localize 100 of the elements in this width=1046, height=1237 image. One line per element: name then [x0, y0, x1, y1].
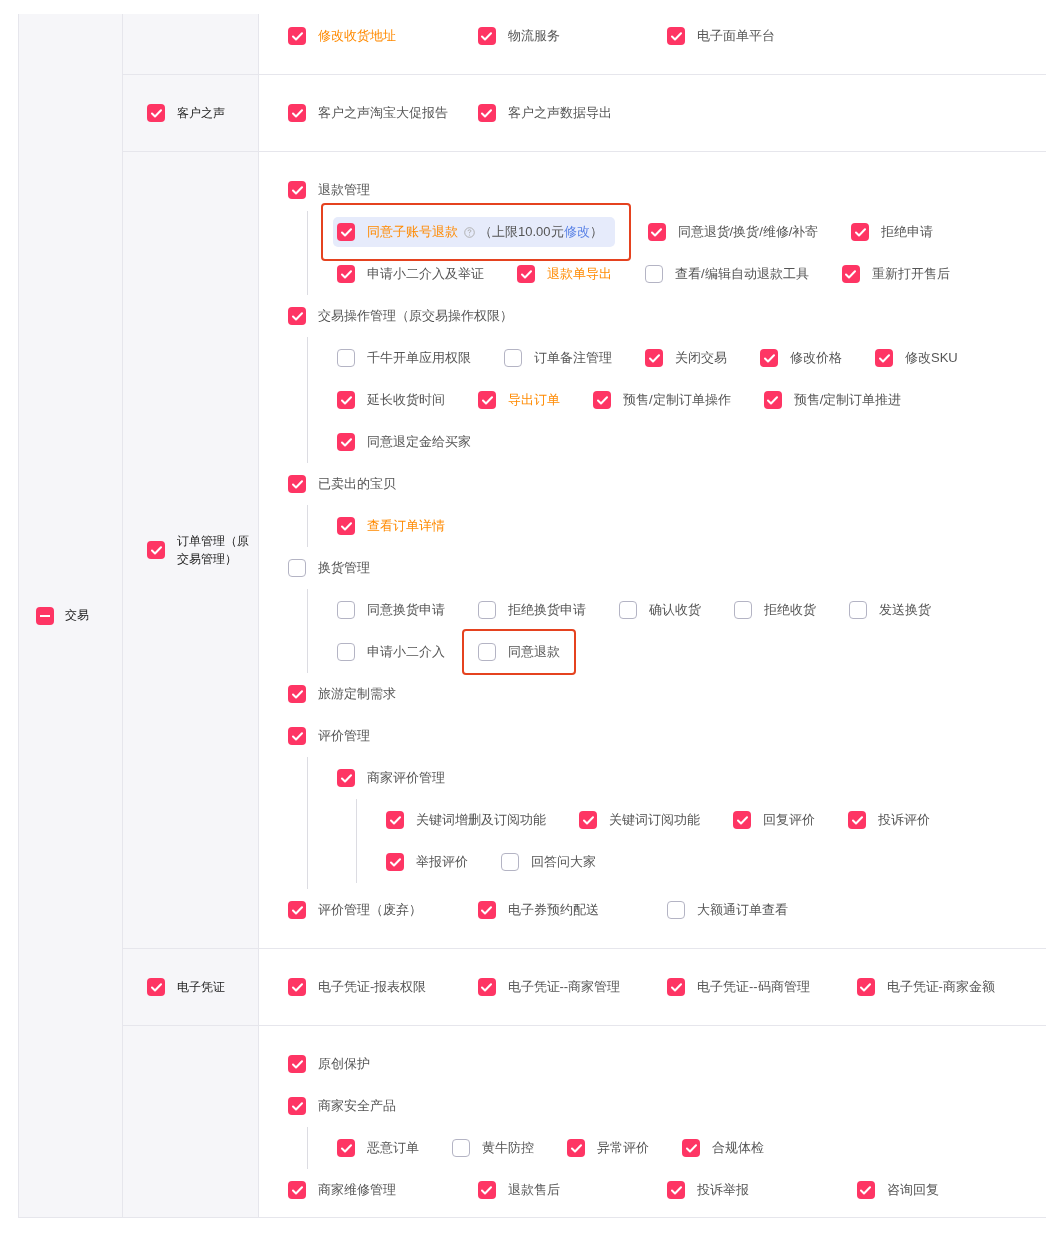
checkbox[interactable] — [36, 606, 54, 625]
checkbox[interactable] — [667, 901, 685, 919]
edit-link[interactable]: 修改 — [563, 224, 590, 239]
checkbox[interactable] — [645, 349, 663, 367]
checkbox[interactable] — [875, 349, 893, 367]
option-label: 预售/定制订单推进 — [793, 391, 902, 409]
checkbox[interactable] — [288, 1181, 306, 1199]
checkbox[interactable] — [763, 391, 782, 409]
option-label: 退款售后 — [507, 1181, 560, 1199]
option-label: 投诉举报 — [697, 1181, 749, 1199]
checkbox[interactable] — [477, 27, 496, 45]
checkbox[interactable] — [478, 601, 496, 619]
check-icon — [340, 773, 352, 783]
checkbox[interactable] — [841, 265, 860, 283]
checkbox[interactable] — [337, 391, 355, 409]
checkbox[interactable] — [619, 601, 637, 619]
option-label: 咨询回复 — [886, 1181, 939, 1199]
checkbox[interactable] — [288, 978, 306, 996]
option-label: 退款管理 — [318, 181, 370, 199]
checkbox[interactable] — [504, 349, 522, 367]
checkbox[interactable] — [734, 601, 752, 619]
check-icon — [767, 395, 779, 405]
checkbox[interactable] — [856, 978, 875, 996]
option-label: 客户之声数据导出 — [507, 104, 612, 122]
checkbox[interactable] — [147, 978, 165, 996]
option-label: 回复评价 — [763, 811, 815, 829]
check-icon — [596, 395, 608, 405]
option-label: 退款单导出 — [547, 265, 612, 283]
checkbox[interactable] — [386, 853, 404, 871]
option-label: 修改SKU — [905, 349, 958, 367]
checkbox[interactable] — [288, 475, 306, 493]
checkbox[interactable] — [647, 223, 666, 241]
check-icon — [763, 353, 775, 363]
checkbox[interactable] — [386, 811, 404, 829]
check-icon — [291, 31, 303, 41]
checkbox[interactable] — [288, 181, 306, 199]
option-label: 电子凭证--商家管理 — [507, 978, 621, 996]
checkbox[interactable] — [147, 541, 165, 559]
checkbox[interactable] — [147, 104, 165, 122]
checkbox[interactable] — [337, 349, 355, 367]
option-label: 千牛开单应用权限 — [367, 349, 471, 367]
checkbox[interactable] — [667, 27, 685, 45]
checkbox[interactable] — [288, 307, 306, 325]
checkbox[interactable] — [851, 223, 870, 241]
checkbox[interactable] — [667, 978, 685, 996]
option-label: 举报评价 — [416, 853, 468, 871]
checkbox[interactable] — [501, 853, 519, 871]
checkbox[interactable] — [337, 433, 355, 451]
checkbox[interactable] — [682, 1139, 700, 1157]
checkbox[interactable] — [667, 1181, 685, 1199]
checkbox[interactable] — [593, 391, 611, 409]
check-icon — [860, 1185, 871, 1195]
checkbox[interactable] — [337, 643, 355, 661]
check-icon — [670, 982, 682, 992]
check-icon — [389, 857, 401, 867]
checkbox[interactable] — [288, 1055, 306, 1073]
option-label: 电子凭证--码商管理 — [697, 978, 810, 996]
checkbox[interactable] — [337, 517, 355, 535]
checkbox[interactable] — [478, 643, 496, 661]
option-label: 拒绝换货申请 — [508, 601, 586, 619]
checkbox[interactable] — [645, 265, 663, 283]
checkbox[interactable] — [733, 811, 751, 829]
check-icon — [481, 395, 493, 405]
checkbox[interactable] — [337, 1139, 355, 1157]
checkbox[interactable] — [567, 1139, 585, 1157]
option-label: 投诉评价 — [878, 811, 930, 829]
check-icon — [878, 353, 890, 363]
option-label: 电子面单平台 — [697, 27, 775, 45]
check-icon — [291, 982, 303, 992]
checkbox[interactable] — [288, 27, 306, 45]
checkbox[interactable] — [337, 601, 355, 619]
checkbox[interactable] — [337, 265, 355, 283]
checkbox[interactable] — [288, 727, 306, 745]
checkbox[interactable] — [452, 1139, 470, 1157]
checkbox[interactable] — [478, 391, 496, 409]
checkbox[interactable] — [477, 104, 496, 122]
check-icon — [340, 521, 352, 531]
checkbox[interactable] — [337, 769, 355, 787]
option-label: 修改收货地址 — [318, 27, 396, 45]
checkbox[interactable] — [517, 265, 535, 283]
checkbox[interactable] — [288, 1097, 306, 1115]
checkbox[interactable] — [856, 1181, 875, 1199]
checkbox[interactable] — [848, 811, 866, 829]
checkbox[interactable] — [288, 685, 306, 703]
checkbox[interactable] — [477, 978, 496, 996]
checkbox[interactable] — [288, 559, 306, 577]
checkbox[interactable] — [288, 104, 306, 122]
option-label: 同意子账号退款 — [367, 223, 458, 241]
minus-icon — [40, 614, 50, 617]
checkbox[interactable] — [477, 901, 496, 919]
checkbox[interactable] — [579, 811, 597, 829]
checkbox[interactable] — [477, 1181, 496, 1199]
checkbox[interactable] — [288, 901, 306, 919]
checkbox[interactable] — [337, 223, 355, 241]
checkbox[interactable] — [760, 349, 778, 367]
check-icon — [481, 982, 492, 992]
checkbox[interactable] — [849, 601, 867, 619]
check-icon — [340, 227, 352, 237]
check-icon — [291, 311, 303, 321]
group-label: 电子凭证 — [177, 979, 226, 996]
